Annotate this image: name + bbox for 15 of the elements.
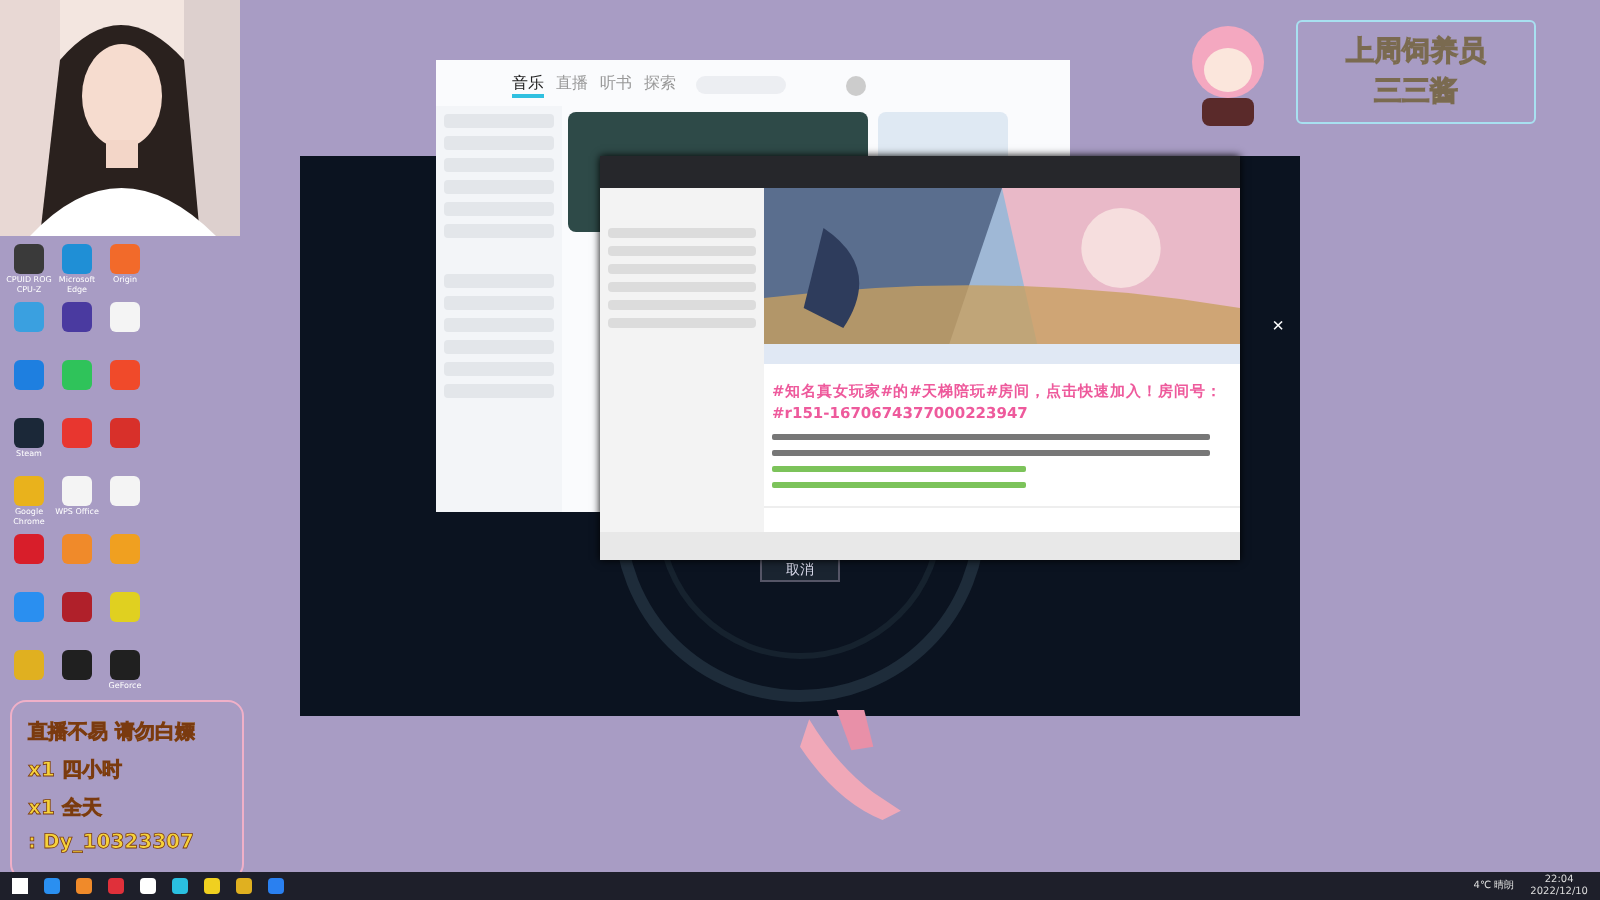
overlay-text: : Dy_10323307	[28, 832, 196, 854]
badge-name: 三三酱	[1374, 74, 1458, 110]
close-button[interactable]: ×	[1272, 316, 1284, 338]
overlay-text: x1 全天	[28, 795, 104, 822]
overlay-text: 直播不易 请勿白嫖	[28, 719, 197, 746]
app-icon[interactable]	[14, 244, 44, 274]
nav-tab[interactable]: 音乐	[512, 72, 544, 98]
badge-title: 上周饲养员	[1346, 34, 1486, 70]
overlay-text: x1 四小时	[28, 757, 124, 784]
app-icon[interactable]	[62, 650, 92, 680]
avatar-icon[interactable]	[846, 75, 866, 95]
app-icon[interactable]	[14, 418, 44, 448]
app-icon[interactable]	[110, 650, 140, 680]
app-icon[interactable]	[62, 302, 92, 332]
start-icon[interactable]	[12, 878, 28, 894]
